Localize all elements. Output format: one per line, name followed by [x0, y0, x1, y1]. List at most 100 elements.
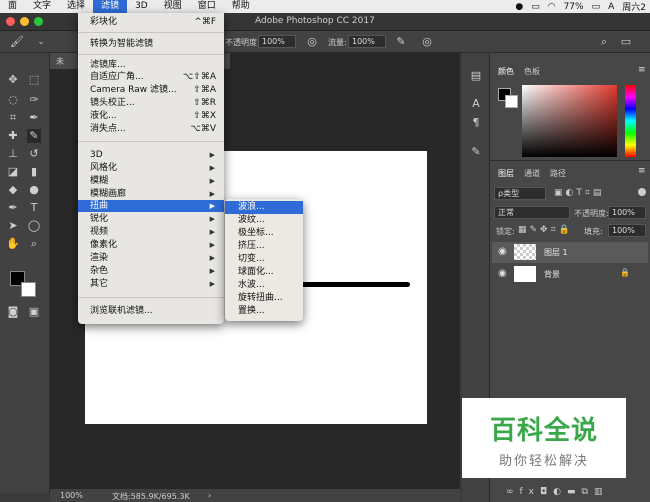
submenu-item-displace[interactable]: 置换... — [225, 305, 303, 318]
healing-tool-icon[interactable]: ✚ — [6, 129, 20, 143]
menu-item-mosaic[interactable]: 彩块化 ^⌘F — [78, 16, 224, 28]
menu-help[interactable]: 帮助 — [224, 0, 258, 13]
layer-row[interactable]: ◉ 背景 🔒 — [492, 264, 648, 285]
blur-tool-icon[interactable]: ◆ — [6, 183, 20, 197]
folder-icon[interactable]: ▬ — [567, 487, 582, 497]
pressure-opacity-icon[interactable]: ◎ — [305, 35, 319, 49]
submenu-item-wave[interactable]: 波浪... — [225, 201, 303, 214]
layers-menu-icon[interactable]: ≡ — [638, 166, 646, 176]
adjustment-icon[interactable]: ◐ — [553, 487, 567, 497]
type-tool-icon[interactable]: T — [27, 201, 41, 215]
layer-name[interactable]: 图层 1 — [544, 247, 568, 258]
eye-icon[interactable]: ◉ — [498, 268, 507, 279]
shape-tool-icon[interactable]: ◯ — [27, 219, 41, 233]
hue-slider[interactable] — [625, 85, 636, 157]
menu-item-filter-gallery[interactable]: 滤镜库... — [78, 59, 224, 71]
battery-icon[interactable]: ▭ — [592, 2, 601, 12]
chevron-right-icon[interactable]: › — [208, 491, 211, 500]
menu-item-distort[interactable]: 扭曲 ▶ — [78, 200, 224, 212]
character-panel-icon[interactable]: A — [469, 97, 483, 111]
marquee-tool-icon[interactable]: ⬚ — [27, 73, 41, 87]
menu-type[interactable]: 文字 — [25, 0, 59, 13]
eye-icon[interactable]: ◉ — [498, 246, 507, 257]
layer-row[interactable]: ◉ 图层 1 — [492, 242, 648, 263]
menu-select[interactable]: 选择 — [59, 0, 93, 13]
menu-item-video[interactable]: 视频 ▶ — [78, 226, 224, 238]
menu-partial[interactable]: 面 — [0, 0, 25, 13]
layer-kind-filter[interactable]: ρ类型 — [494, 187, 546, 200]
wifi-icon[interactable]: ◠ — [548, 2, 556, 12]
submenu-item-spherize[interactable]: 球面化... — [225, 266, 303, 279]
color-bg-swatch[interactable] — [505, 95, 518, 108]
lasso-tool-icon[interactable]: ◌ — [6, 93, 20, 107]
filter-toggle-icon[interactable] — [638, 188, 646, 196]
brush-preset-icon[interactable]: 🖌 — [10, 35, 24, 49]
tab-channels[interactable]: 通道 — [524, 168, 540, 179]
quick-select-tool-icon[interactable]: ✑ — [27, 93, 41, 107]
background-color-swatch[interactable] — [21, 282, 36, 297]
menu-item-blur-gallery[interactable]: 模糊画廊 ▶ — [78, 188, 224, 200]
history-panel-icon[interactable]: ▤ — [469, 69, 483, 83]
color-picker-field[interactable] — [522, 85, 617, 157]
eyedropper-tool-icon[interactable]: ✒ — [27, 111, 41, 125]
menu-item-sharpen[interactable]: 锐化 ▶ — [78, 213, 224, 225]
menu-item-liquify[interactable]: 液化... ⇧⌘X — [78, 110, 224, 122]
eraser-tool-icon[interactable]: ◪ — [6, 165, 20, 179]
cast-icon[interactable]: ▭ — [531, 2, 540, 12]
stamp-tool-icon[interactable]: ⊥ — [6, 147, 20, 161]
tab-layers[interactable]: 图层 — [498, 168, 514, 179]
flow-field[interactable]: 100% — [348, 35, 386, 48]
menu-item-stylize[interactable]: 风格化 ▶ — [78, 162, 224, 174]
layer-filter-icons[interactable]: ▣◐T⌗▤ — [554, 188, 604, 198]
submenu-item-polar-coordinates[interactable]: 极坐标... — [225, 227, 303, 240]
path-select-tool-icon[interactable]: ➤ — [6, 219, 20, 233]
blend-mode-select[interactable]: 正常 — [494, 206, 570, 219]
menu-item-3d[interactable]: 3D ▶ — [78, 149, 224, 161]
menu-3d[interactable]: 3D — [127, 0, 156, 13]
menu-item-other[interactable]: 其它 ▶ — [78, 278, 224, 290]
move-tool-icon[interactable]: ✥ — [6, 73, 20, 87]
menu-item-adaptive-wide-angle[interactable]: 自适应广角... ⌥⇧⌘A — [78, 71, 224, 83]
airbrush-icon[interactable]: ✎ — [394, 35, 408, 49]
menu-item-convert-smart-filter[interactable]: 转换为智能滤镜 — [78, 38, 224, 50]
notification-icon[interactable]: ● — [515, 2, 523, 12]
submenu-item-pinch[interactable]: 挤压... — [225, 240, 303, 253]
screen-mode-icon[interactable]: ▣ — [27, 305, 41, 319]
zoom-tool-icon[interactable]: ⌕ — [27, 237, 41, 251]
submenu-item-zigzag[interactable]: 水波... — [225, 279, 303, 292]
layer-opacity-field[interactable]: 100% — [608, 206, 646, 219]
input-method-icon[interactable]: A — [608, 2, 614, 12]
tab-swatches[interactable]: 色板 — [524, 66, 540, 77]
link-icon[interactable]: ∞ — [506, 487, 520, 497]
menu-filter[interactable]: 滤镜 — [93, 0, 128, 13]
opacity-field[interactable]: 100% — [258, 35, 296, 48]
fx-icon[interactable]: fx — [520, 487, 541, 497]
quick-mask-icon[interactable]: ◙ — [6, 305, 20, 319]
menu-item-render[interactable]: 渲染 ▶ — [78, 252, 224, 264]
menu-window[interactable]: 窗口 — [190, 0, 224, 13]
panel-menu-icon[interactable]: ≡ — [638, 65, 646, 75]
pressure-size-icon[interactable]: ◎ — [420, 35, 434, 49]
gradient-tool-icon[interactable]: ▮ — [27, 165, 41, 179]
tab-paths[interactable]: 路径 — [550, 168, 566, 179]
menu-item-vanishing-point[interactable]: 消失点... ⌥⌘V — [78, 123, 224, 135]
menu-item-blur[interactable]: 模糊 ▶ — [78, 175, 224, 187]
menu-item-camera-raw[interactable]: Camera Raw 滤镜... ⇧⌘A — [78, 84, 224, 96]
submenu-item-twirl[interactable]: 旋转扭曲... — [225, 292, 303, 305]
dodge-tool-icon[interactable]: ● — [27, 183, 41, 197]
minimize-window-button[interactable] — [20, 17, 29, 26]
menu-item-noise[interactable]: 杂色 ▶ — [78, 265, 224, 277]
menu-item-pixelate[interactable]: 像素化 ▶ — [78, 239, 224, 251]
new-layer-icon[interactable]: ⧉ — [582, 487, 594, 497]
tab-color[interactable]: 颜色 — [498, 66, 514, 77]
lock-icons[interactable]: ▦✎✥⌗🔒 — [518, 225, 573, 235]
brush-panel-icon[interactable]: ✎ — [469, 145, 483, 159]
submenu-item-shear[interactable]: 切变... — [225, 253, 303, 266]
menu-item-lens-correction[interactable]: 镜头校正... ⇧⌘R — [78, 97, 224, 109]
mask-icon[interactable]: ◘ — [540, 487, 553, 497]
trash-icon[interactable]: ▥ — [594, 487, 609, 497]
menu-view[interactable]: 视图 — [156, 0, 190, 13]
workspace-icon[interactable]: ▭ — [619, 35, 633, 49]
history-brush-icon[interactable]: ↺ — [27, 147, 41, 161]
paragraph-panel-icon[interactable]: ¶ — [469, 116, 483, 130]
